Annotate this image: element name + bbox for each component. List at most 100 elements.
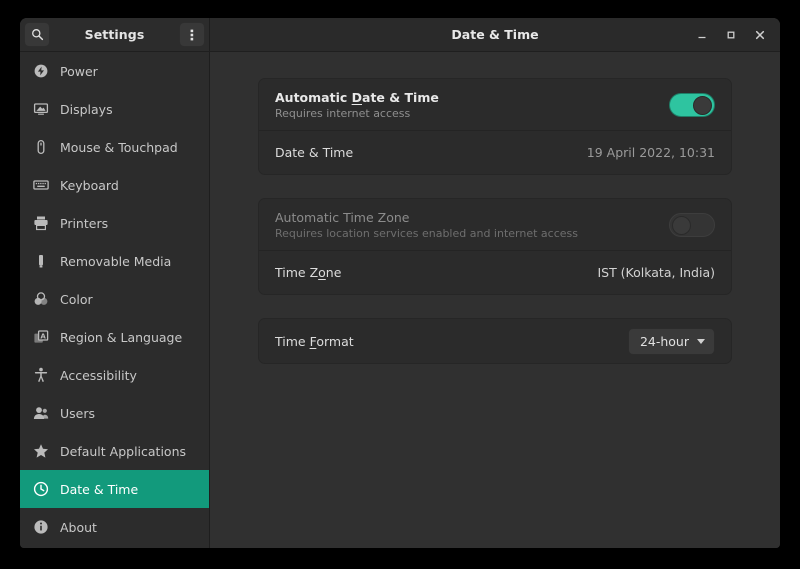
info-icon: [34, 520, 48, 534]
sidebar-item-displays[interactable]: Displays: [20, 90, 209, 128]
sidebar-item-color[interactable]: Color: [20, 280, 209, 318]
language-icon: A: [33, 329, 49, 345]
sidebar-item-label: Printers: [60, 215, 109, 231]
usb-drive-icon: [33, 253, 49, 269]
keyboard-icon: [33, 180, 49, 190]
star-icon: [34, 444, 48, 458]
sidebar-item-label: Users: [60, 405, 96, 421]
keyboard-icon: [33, 177, 49, 193]
clock-icon: [33, 481, 49, 497]
row-title: Automatic Time Zone: [275, 209, 410, 225]
toggle-automatic-date-time[interactable]: [669, 92, 715, 117]
row-title: Automatic Date & Time: [275, 89, 439, 105]
close-icon: [755, 30, 765, 39]
info-icon: [33, 519, 49, 535]
row-title: Date & Time: [275, 145, 354, 160]
chevron-down-icon: [697, 338, 705, 344]
row-title-suffix: ormat: [316, 333, 354, 349]
main-menu-button[interactable]: [179, 22, 205, 47]
sidebar-item-accessibility[interactable]: Accessibility: [20, 356, 209, 394]
power-icon: [33, 63, 49, 79]
row-title: Time Format: [275, 333, 354, 349]
sidebar-item-printers[interactable]: Printers: [20, 204, 209, 242]
sidebar-item-label: Default Applications: [60, 443, 187, 459]
power-icon: [34, 64, 48, 78]
sidebar-item-label: Accessibility: [60, 367, 137, 383]
display-icon: [33, 101, 49, 117]
row-subtitle: Requires location services enabled and i…: [275, 226, 578, 240]
accessibility-icon: [33, 367, 49, 383]
sidebar-item-label: Keyboard: [60, 177, 119, 193]
row-text-group: Time Format: [275, 334, 628, 349]
sidebar-item-power[interactable]: Power: [20, 52, 209, 90]
sidebar-item-about[interactable]: About: [20, 508, 209, 546]
sidebar-item-default-applications[interactable]: Default Applications: [20, 432, 209, 470]
content-header: Date & Time: [210, 18, 780, 51]
settings-row-automatic-date-time[interactable]: Automatic Date & Time Requires internet a…: [259, 79, 731, 130]
usb-drive-icon: [39, 255, 43, 268]
sidebar-item-removable-media[interactable]: Removable Media: [20, 242, 209, 280]
row-text-group: Automatic Date & Time Requires internet a…: [275, 90, 669, 120]
search-icon: [31, 29, 43, 41]
close-button[interactable]: [752, 27, 768, 43]
users-icon: [33, 405, 49, 421]
sidebar-item-label: Displays: [60, 101, 113, 117]
dropdown-time-format[interactable]: 24-hour: [627, 327, 715, 355]
color-circles-icon: [34, 292, 48, 305]
settings-content-panel: Automatic Date & Time Requires internet a…: [210, 52, 780, 548]
row-text-group: Time Zone: [275, 265, 597, 280]
menu-vertical-dots-icon: [190, 29, 194, 40]
row-title: Time Zone: [275, 265, 342, 280]
sidebar-item-label: Date & Time: [60, 481, 139, 497]
sidebar-item-label: About: [60, 519, 97, 535]
row-text-group: Automatic Time Zone Requires location ser…: [275, 210, 669, 240]
toggle-knob: [693, 95, 712, 115]
sidebar-item-users[interactable]: Users: [20, 394, 209, 432]
row-value: 19 April 2022, 10:31: [586, 145, 715, 160]
star-icon: [33, 443, 49, 459]
header-bar: Settings Date & Time: [20, 18, 780, 52]
settings-window: Settings Date & Time Power Displays Mous…: [20, 18, 780, 548]
color-circles-icon: [33, 291, 49, 307]
row-title-suffix: ate & Time: [362, 89, 439, 105]
mouse-icon: [33, 139, 49, 155]
settings-row-automatic-time-zone[interactable]: Automatic Time Zone Requires location ser…: [259, 199, 731, 250]
row-subtitle: Requires internet access: [275, 106, 411, 120]
row-title-suffix: ne: [325, 265, 342, 280]
row-value: IST (Kolkata, India): [597, 265, 715, 280]
row-text-group: Date & Time: [275, 145, 587, 160]
settings-row-date-time: Date & Time 19 April 2022, 10:31: [259, 130, 731, 174]
printer-icon: [34, 216, 48, 231]
settings-card: Time Format 24-hour: [258, 318, 732, 364]
display-icon: [33, 103, 49, 115]
printer-icon: [33, 215, 49, 231]
search-button[interactable]: [24, 22, 50, 47]
clock-icon: [33, 481, 49, 497]
app-title: Settings: [84, 27, 145, 42]
sidebar-item-date-time[interactable]: Date & Time: [20, 470, 209, 508]
window-controls: [694, 27, 774, 43]
toggle-automatic-time-zone[interactable]: [669, 212, 715, 237]
sidebar-item-label: Power: [60, 63, 98, 79]
minimize-icon: [698, 36, 706, 38]
sidebar-item-mouse-touchpad[interactable]: Mouse & Touchpad: [20, 128, 209, 166]
maximize-button[interactable]: [723, 27, 739, 43]
window-body: Power Displays Mouse & Touchpad Keyboard Pri…: [20, 52, 780, 548]
toggle-knob: [672, 215, 691, 235]
sidebar-item-label: Color: [60, 291, 93, 307]
settings-sidebar[interactable]: Power Displays Mouse & Touchpad Keyboard Pri…: [20, 52, 210, 548]
sidebar-item-label: Mouse & Touchpad: [60, 139, 178, 155]
minimize-button[interactable]: [694, 27, 710, 43]
users-icon: [33, 407, 49, 419]
sidebar-item-label: Region & Language: [60, 329, 183, 345]
mnemonic-letter: D: [351, 89, 363, 105]
maximize-icon: [727, 31, 735, 38]
mnemonic-letter: o: [318, 265, 326, 280]
accessibility-icon: [34, 367, 48, 382]
sidebar-header: Settings: [20, 18, 210, 51]
mouse-icon: [37, 139, 45, 155]
sidebar-item-keyboard[interactable]: Keyboard: [20, 166, 209, 204]
settings-row-time-format[interactable]: Time Format 24-hour: [259, 319, 731, 363]
sidebar-item-region-language[interactable]: A Region & Language: [20, 318, 209, 356]
settings-card: Automatic Date & Time Requires internet a…: [258, 78, 732, 175]
